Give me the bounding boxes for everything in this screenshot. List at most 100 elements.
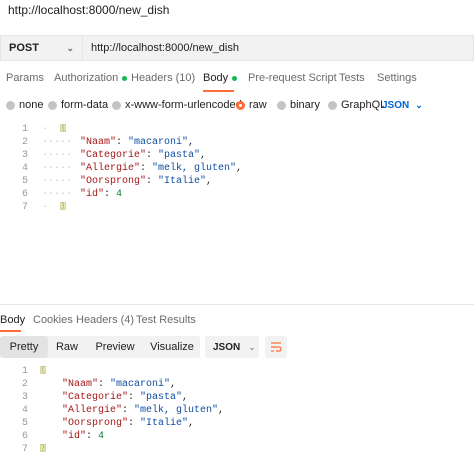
line-number: 2	[21, 137, 28, 148]
request-body-editor[interactable]: 1 · { 2 ····· "Naam": "macaroni", 3 ····…	[0, 124, 474, 214]
option-none[interactable]: none	[6, 99, 43, 111]
radio-form-data-icon	[48, 100, 57, 110]
line-number: 5	[21, 176, 28, 187]
indent-guide: ·····	[42, 150, 73, 161]
view-visualize-button[interactable]: Visualize	[144, 336, 200, 358]
request-title: http://localhost:8000/new_dish	[8, 3, 170, 17]
tab-tests[interactable]: Tests	[339, 72, 365, 84]
option-graphql-label: GraphQL	[341, 99, 387, 111]
line-number: 4	[21, 405, 28, 416]
response-format-select[interactable]: JSON ⌄	[205, 336, 259, 358]
json-key: "Oorsprong"	[80, 176, 147, 187]
json-value: "pasta"	[140, 392, 183, 403]
json-value: 4	[116, 189, 123, 200]
line-number: 5	[21, 418, 28, 429]
json-value: "pasta"	[158, 150, 201, 161]
json-key: "Categorie"	[62, 392, 129, 403]
chevron-down-icon: ⌄	[415, 100, 423, 110]
request-bar: POST ⌄ http://localhost:8000/new_dish	[0, 35, 474, 61]
line-number: 4	[21, 163, 28, 174]
line-number: 6	[21, 189, 28, 200]
tab-body-label: Body	[203, 72, 229, 84]
view-preview-button[interactable]: Preview	[86, 336, 144, 358]
body-format-label: JSON	[382, 100, 410, 111]
response-body-viewer[interactable]: 1 { 2 "Naam": "macaroni", 3 "Categorie":…	[0, 366, 474, 466]
option-binary-label: binary	[290, 99, 320, 111]
json-key: "Allergie"	[80, 163, 141, 174]
response-active-tab-indicator	[0, 330, 21, 332]
json-key: "Allergie"	[62, 405, 123, 416]
line-number: 1	[21, 366, 28, 377]
option-binary[interactable]: binary	[277, 99, 320, 111]
json-key: "Naam"	[62, 379, 99, 390]
tab-authorization[interactable]: Authorization	[54, 72, 128, 84]
indent-guide: ·····	[42, 163, 73, 174]
json-value: 4	[98, 431, 105, 442]
radio-binary-icon	[277, 100, 286, 110]
option-graphql[interactable]: GraphQL	[328, 99, 386, 111]
tab-headers[interactable]: Headers (10)	[131, 72, 195, 84]
option-form-data-label: form-data	[61, 99, 109, 111]
wrap-lines-icon	[271, 342, 282, 352]
response-tab-cookies[interactable]: Cookies	[33, 314, 73, 326]
indent-guide: ·····	[42, 176, 73, 187]
view-mode-group: Pretty Raw Preview Visualize	[0, 336, 200, 358]
radio-urlencoded-icon	[112, 100, 121, 110]
json-value: "melk, gluten"	[152, 163, 237, 174]
body-dot-icon	[232, 75, 238, 81]
radio-graphql-icon	[328, 100, 337, 110]
json-value: "Italie"	[140, 418, 189, 429]
option-urlencoded[interactable]: x-www-form-urlencoded	[112, 99, 242, 111]
indent-guide: ·····	[42, 137, 73, 148]
authorization-dot-icon	[122, 75, 128, 81]
chevron-down-icon: ⌄	[248, 341, 256, 352]
line-number: 7	[21, 444, 28, 455]
active-tab-indicator	[203, 90, 234, 92]
option-form-data[interactable]: form-data	[48, 99, 108, 111]
radio-raw-selected-icon	[236, 100, 245, 110]
brace-close-glyph-icon: }	[60, 202, 66, 211]
view-raw-button[interactable]: Raw	[48, 336, 86, 358]
line-number: 1	[21, 124, 28, 135]
option-urlencoded-label: x-www-form-urlencoded	[125, 99, 242, 111]
line-number: 6	[21, 431, 28, 442]
json-value: "Italie"	[158, 176, 207, 187]
response-format-label: JSON	[213, 341, 241, 353]
tab-params[interactable]: Params	[6, 72, 44, 84]
tab-settings[interactable]: Settings	[377, 72, 417, 84]
pane-divider[interactable]	[0, 304, 474, 305]
url-input[interactable]: http://localhost:8000/new_dish	[82, 35, 474, 61]
indent-guide: ·····	[42, 189, 73, 200]
line-number: 3	[21, 392, 28, 403]
body-format-select[interactable]: JSON ⌄	[382, 100, 423, 111]
option-raw[interactable]: raw	[236, 99, 267, 111]
option-none-label: none	[19, 99, 44, 111]
view-pretty-button[interactable]: Pretty	[0, 336, 48, 358]
json-value: "macaroni"	[128, 137, 189, 148]
response-tab-test-results[interactable]: Test Results	[136, 314, 196, 326]
json-key: "id"	[62, 431, 87, 442]
json-key: "Naam"	[80, 137, 117, 148]
json-key: "Categorie"	[80, 150, 147, 161]
tab-body[interactable]: Body	[203, 72, 238, 84]
response-tab-body[interactable]: Body	[0, 314, 25, 326]
response-tab-headers[interactable]: Headers (4)	[76, 314, 134, 326]
chevron-down-icon: ⌄	[66, 43, 74, 53]
method-label: POST	[9, 42, 39, 54]
tab-pre-request-script[interactable]: Pre-request Script	[248, 72, 337, 84]
line-number: 7	[21, 202, 28, 213]
line-number: 2	[21, 379, 28, 390]
tab-authorization-label: Authorization	[54, 72, 119, 84]
indent-guide: ·	[42, 202, 49, 213]
brace-close-glyph-icon: }	[40, 444, 46, 453]
indent-guide: ·	[42, 124, 49, 135]
brace-open-glyph-icon: {	[60, 124, 66, 133]
brace-open-glyph-icon: {	[40, 366, 46, 375]
json-value: "melk, gluten"	[134, 405, 219, 416]
option-raw-label: raw	[249, 99, 267, 111]
method-select[interactable]: POST ⌄	[0, 35, 82, 61]
radio-none-icon	[6, 100, 15, 110]
wrap-lines-button[interactable]	[265, 336, 287, 358]
json-value: "macaroni"	[110, 379, 171, 390]
json-key: "Oorsprong"	[62, 418, 129, 429]
